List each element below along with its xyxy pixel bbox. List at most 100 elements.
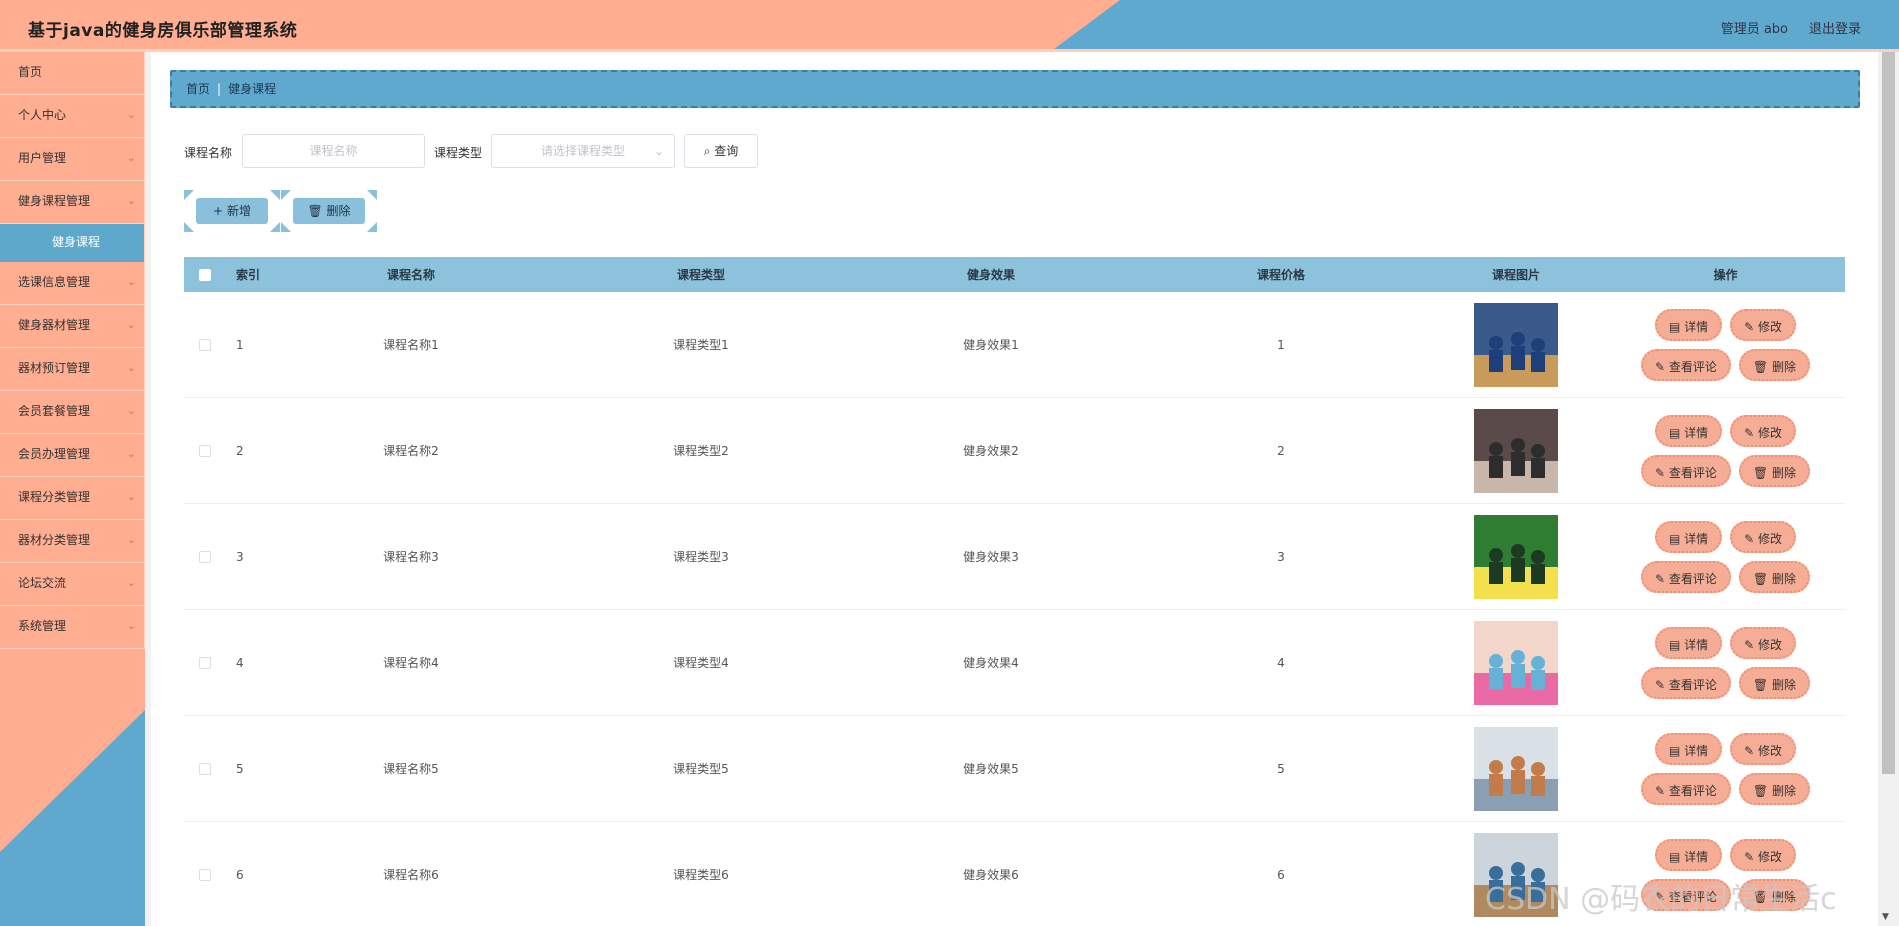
course-thumbnail[interactable] (1474, 620, 1558, 705)
edit-button[interactable]: ✎ 修改 (1730, 414, 1797, 447)
header-price: 课程价格 (1256, 268, 1305, 282)
batch-delete-button[interactable]: 🗑 删除 (293, 198, 365, 224)
sidebar-item-label: 系统管理 (18, 619, 67, 633)
edit-button[interactable]: ✎ 修改 (1730, 838, 1797, 871)
view-comments-button[interactable]: ✎ 查看评论 (1641, 454, 1731, 487)
row-delete-button[interactable]: 🗑 删除 (1738, 348, 1810, 381)
edit-button[interactable]: ✎ 修改 (1730, 520, 1797, 553)
sidebar-item[interactable]: 健身课程管理 ⌄ (0, 181, 145, 224)
pencil-icon: ✎ (1655, 465, 1669, 480)
trash-icon: 🗑 (1752, 677, 1772, 692)
sidebar-item-label: 选课信息管理 (18, 275, 91, 289)
sidebar-item[interactable]: 个人中心 ⌄ (0, 95, 145, 138)
course-thumbnail[interactable] (1474, 408, 1558, 493)
chevron-down-icon: ⌄ (126, 151, 136, 164)
row-checkbox[interactable] (199, 763, 211, 775)
sidebar-item[interactable]: 论坛交流 ⌄ (0, 563, 145, 606)
row-delete-button[interactable]: 🗑 删除 (1738, 560, 1810, 593)
course-thumbnail[interactable] (1474, 726, 1558, 811)
document-icon: ▤ (1668, 637, 1685, 652)
header-effect: 健身效果 (966, 268, 1015, 282)
trash-icon: 🗑 (1752, 571, 1772, 586)
detail-button-label: 详情 (1684, 637, 1709, 652)
detail-button[interactable]: ▤ 详情 (1654, 838, 1723, 871)
plus-icon: + (213, 204, 224, 218)
sidebar-item[interactable]: 选课信息管理 ⌄ (0, 262, 145, 305)
sidebar-item[interactable]: 器材分类管理 ⌄ (0, 520, 145, 563)
course-thumbnail[interactable] (1474, 302, 1558, 387)
cell-index: 3 (236, 549, 244, 564)
breadcrumb-separator: | (217, 82, 222, 96)
row-delete-label: 删除 (1771, 465, 1796, 480)
row-delete-button[interactable]: 🗑 删除 (1738, 772, 1810, 805)
row-delete-button[interactable]: 🗑 删除 (1738, 454, 1810, 487)
detail-button[interactable]: ▤ 详情 (1654, 308, 1723, 341)
sidebar-item[interactable]: 健身器材管理 ⌄ (0, 305, 145, 348)
sidebar-item[interactable]: 课程分类管理 ⌄ (0, 477, 145, 520)
sidebar: 首页 个人中心 ⌄ 用户管理 ⌄ 健身课程管理 ⌄ 健身课程 选课信息管理 ⌄ 健身器材管理 ⌄ 器材预… (0, 52, 145, 926)
header-image: 课程图片 (1491, 268, 1540, 282)
logout-link[interactable]: 退出登录 (1809, 18, 1861, 37)
chevron-down-icon: ⌄ (126, 576, 136, 589)
sidebar-item-label: 健身课程管理 (18, 194, 91, 208)
scrollbar-thumb[interactable] (1882, 52, 1895, 774)
sidebar-item[interactable]: 首页 (0, 52, 145, 95)
breadcrumb: 首页 | 健身课程 (170, 70, 1860, 108)
breadcrumb-current: 健身课程 (228, 82, 277, 96)
sidebar-item[interactable]: 器材预订管理 ⌄ (0, 348, 145, 391)
sidebar-item-label: 健身器材管理 (18, 318, 91, 332)
sidebar-item[interactable]: 会员套餐管理 ⌄ (0, 391, 145, 434)
row-checkbox-cell (184, 550, 226, 564)
row-checkbox[interactable] (199, 657, 211, 669)
add-button[interactable]: + 新增 (196, 198, 268, 224)
course-thumbnail[interactable] (1474, 514, 1558, 599)
row-checkbox[interactable] (199, 551, 211, 563)
sidebar-subitem[interactable]: 健身课程 (0, 224, 145, 262)
course-type-placeholder: 请选择课程类型 (540, 144, 625, 158)
select-all-checkbox[interactable] (199, 269, 211, 281)
course-type-select[interactable]: 请选择课程类型 ⌄ (491, 134, 675, 168)
pencil-icon: ✎ (1744, 425, 1759, 440)
cell-name: 课程名称3 (383, 550, 439, 564)
detail-button[interactable]: ▤ 详情 (1654, 414, 1723, 447)
pencil-icon: ✎ (1655, 571, 1669, 586)
cell-type: 课程类型5 (673, 762, 729, 776)
detail-button[interactable]: ▤ 详情 (1654, 732, 1723, 765)
view-comments-button[interactable]: ✎ 查看评论 (1641, 772, 1731, 805)
page-scrollbar[interactable]: ▼ (1878, 52, 1899, 926)
edit-button[interactable]: ✎ 修改 (1730, 732, 1797, 765)
sidebar-item[interactable]: 用户管理 ⌄ (0, 138, 145, 181)
cell-image (1426, 302, 1606, 387)
view-comments-label: 查看评论 (1668, 571, 1717, 586)
course-name-input[interactable] (242, 134, 425, 168)
sidebar-item[interactable]: 会员办理管理 ⌄ (0, 434, 145, 477)
cell-image (1426, 514, 1606, 599)
view-comments-button[interactable]: ✎ 查看评论 (1641, 560, 1731, 593)
query-button-label: 查询 (714, 144, 739, 158)
scroll-down-arrow-icon[interactable]: ▼ (1882, 912, 1889, 922)
cell-effect: 健身效果3 (963, 550, 1019, 564)
header-name: 课程名称 (386, 268, 435, 282)
cell-ops: ▤ 详情 ✎ 修改 ✎ 查看评论 🗑 删除 (1606, 626, 1845, 699)
query-button[interactable]: ⌕ 查询 (684, 134, 758, 168)
row-checkbox[interactable] (199, 869, 211, 881)
view-comments-button[interactable]: ✎ 查看评论 (1641, 666, 1731, 699)
breadcrumb-home[interactable]: 首页 (186, 82, 210, 96)
cell-name: 课程名称4 (383, 656, 439, 670)
sidebar-item[interactable]: 系统管理 ⌄ (0, 606, 145, 649)
detail-button[interactable]: ▤ 详情 (1654, 626, 1723, 659)
edit-button[interactable]: ✎ 修改 (1730, 626, 1797, 659)
row-delete-button[interactable]: 🗑 删除 (1738, 666, 1810, 699)
row-checkbox[interactable] (199, 445, 211, 457)
batch-delete-label: 删除 (326, 204, 351, 218)
chevron-down-icon: ⌄ (126, 490, 136, 503)
row-checkbox[interactable] (199, 339, 211, 351)
edit-button[interactable]: ✎ 修改 (1730, 308, 1797, 341)
sidebar-item-label: 课程分类管理 (18, 490, 91, 504)
edit-button-label: 修改 (1758, 531, 1783, 546)
row-delete-label: 删除 (1771, 359, 1796, 374)
view-comments-button[interactable]: ✎ 查看评论 (1641, 348, 1731, 381)
detail-button[interactable]: ▤ 详情 (1654, 520, 1723, 553)
view-comments-label: 查看评论 (1668, 359, 1717, 374)
edit-button-label: 修改 (1758, 743, 1783, 758)
